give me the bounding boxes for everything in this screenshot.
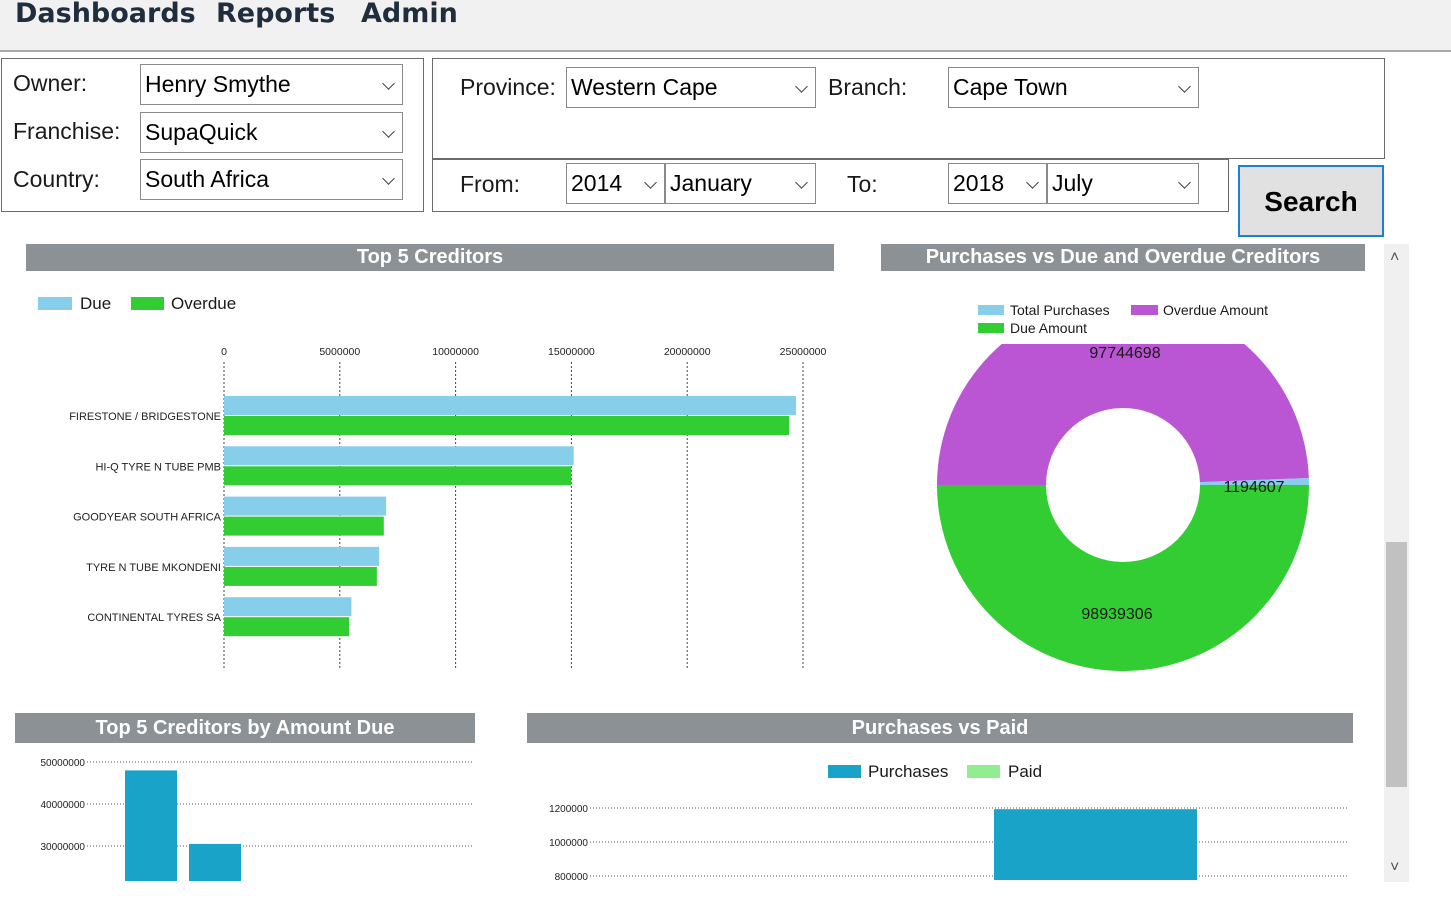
y-category-label: FIRESTONE / BRIDGESTONE [69, 411, 221, 423]
bar-amount-due [189, 843, 241, 881]
legend-swatch-overdue-amount [1131, 305, 1158, 315]
chevron-down-icon [795, 80, 808, 93]
bar-overdue [224, 516, 384, 536]
branch-select[interactable]: Cape Town [948, 67, 1199, 108]
owner-value: Henry Smythe [145, 71, 291, 97]
bar-overdue [224, 466, 572, 486]
slice-due-amount [937, 485, 1309, 672]
search-button[interactable]: Search [1238, 165, 1384, 237]
franchise-label: Franchise: [13, 118, 121, 144]
scroll-up-icon[interactable]: ˄ [1390, 250, 1399, 266]
x-tick-label: 15000000 [548, 346, 595, 358]
to-year-value: 2018 [953, 170, 1005, 196]
province-label: Province: [460, 74, 556, 100]
scroll-down-icon[interactable]: ˅ [1390, 860, 1399, 876]
legend-label-paid: Paid [1008, 762, 1043, 781]
legend-label-overdue-amount: Overdue Amount [1163, 302, 1269, 318]
legend-label-purchases: Purchases [868, 762, 949, 781]
bar-due [224, 396, 797, 415]
legend-label-overdue: Overdue [171, 294, 237, 313]
legend-swatch-due-amount [978, 323, 1004, 333]
country-label: Country: [13, 166, 100, 192]
menu-reports[interactable]: Reports [216, 0, 335, 29]
menu-admin[interactable]: Admin [361, 0, 458, 29]
bar-purchases [994, 809, 1197, 880]
purchases-vs-paid-title: Purchases vs Paid [527, 713, 1353, 743]
y-tick-label: 50000000 [41, 758, 86, 769]
bar-amount-due [125, 770, 177, 881]
bar-due [224, 446, 574, 466]
y-category-label: GOODYEAR SOUTH AFRICA [73, 512, 222, 524]
creditors-amount-due-chart: 50000000 40000000 30000000 [41, 758, 473, 881]
owner-select[interactable]: Henry Smythe [140, 64, 403, 105]
branch-label: Branch: [828, 74, 908, 100]
legend-label-total-purchases: Total Purchases [1010, 302, 1110, 318]
from-label: From: [460, 171, 521, 197]
legend-label-due-amount: Due Amount [1010, 320, 1088, 336]
legend-swatch-total-purchases [978, 305, 1004, 315]
from-year-value: 2014 [571, 170, 623, 196]
to-month-value: July [1052, 170, 1093, 196]
country-select[interactable]: South Africa [140, 159, 403, 200]
bar-due [224, 546, 380, 566]
y-tick-label: 800000 [555, 872, 589, 883]
chevron-down-icon [1178, 176, 1191, 189]
purchases-vs-paid-chart: 1200000 1000000 800000 [549, 804, 1347, 883]
province-select[interactable]: Western Cape [566, 67, 816, 108]
top-creditors-chart: 0 5000000 10000000 15000000 20000000 25000000… [69, 346, 827, 668]
to-month-select[interactable]: July [1047, 163, 1199, 204]
creditors-amount-due-title: Top 5 Creditors by Amount Due [15, 713, 475, 743]
chevron-down-icon [644, 176, 657, 189]
bar-due [224, 496, 387, 516]
chevron-down-icon [1178, 80, 1191, 93]
to-year-select[interactable]: 2018 [948, 163, 1047, 204]
y-tick-label: 1200000 [549, 804, 588, 815]
bar-overdue [224, 566, 377, 586]
legend-swatch-paid [967, 765, 1000, 778]
from-year-select[interactable]: 2014 [566, 163, 665, 204]
x-tick-label: 5000000 [319, 346, 360, 358]
x-tick-label: 25000000 [780, 346, 827, 358]
owner-label: Owner: [13, 70, 88, 96]
from-month-value: January [670, 170, 752, 196]
menu-dashboards[interactable]: Dashboards [15, 0, 196, 29]
y-tick-label: 40000000 [41, 800, 86, 811]
slice-label-overdue-amount: 97744698 [1089, 345, 1160, 362]
to-label: To: [847, 171, 878, 197]
y-category-label: TYRE N TUBE MKONDENI [86, 562, 221, 574]
legend-swatch-overdue [131, 297, 164, 310]
chevron-down-icon [1026, 176, 1039, 189]
bar-overdue [224, 617, 350, 637]
bar-overdue [224, 416, 790, 435]
menu-bar: Dashboards Reports Admin [0, 0, 1451, 52]
chevron-down-icon [382, 172, 395, 185]
franchise-select[interactable]: SupaQuick [140, 112, 403, 153]
y-tick-label: 1000000 [549, 838, 588, 849]
y-category-label: CONTINENTAL TYRES SA [87, 612, 221, 624]
slice-label-due-amount: 98939306 [1081, 606, 1152, 623]
province-value: Western Cape [571, 74, 718, 100]
purchases-due-overdue-chart: 97744698 1194607 98939306 [937, 344, 1309, 672]
x-tick-label: 10000000 [432, 346, 479, 358]
slice-label-total-purchases: 1194607 [1223, 479, 1284, 496]
y-tick-label: 30000000 [41, 842, 86, 853]
scroll-thumb[interactable] [1386, 542, 1407, 787]
franchise-value: SupaQuick [145, 119, 258, 145]
purchases-due-overdue-title: Purchases vs Due and Overdue Creditors [881, 244, 1365, 271]
bar-due [224, 597, 352, 617]
legend-swatch-due [38, 297, 72, 310]
legend-swatch-purchases [828, 765, 861, 778]
x-tick-label: 20000000 [664, 346, 711, 358]
branch-value: Cape Town [953, 74, 1068, 100]
top-creditors-title: Top 5 Creditors [26, 244, 834, 271]
legend-label-due: Due [80, 294, 112, 313]
y-category-label: HI-Q TYRE N TUBE PMB [95, 461, 221, 473]
chevron-down-icon [795, 176, 808, 189]
x-tick-label: 0 [221, 346, 227, 358]
chevron-down-icon [382, 77, 395, 90]
country-value: South Africa [145, 166, 270, 192]
chevron-down-icon [382, 125, 395, 138]
from-month-select[interactable]: January [665, 163, 816, 204]
vertical-scrollbar[interactable]: ˄ ˅ [1384, 244, 1409, 882]
